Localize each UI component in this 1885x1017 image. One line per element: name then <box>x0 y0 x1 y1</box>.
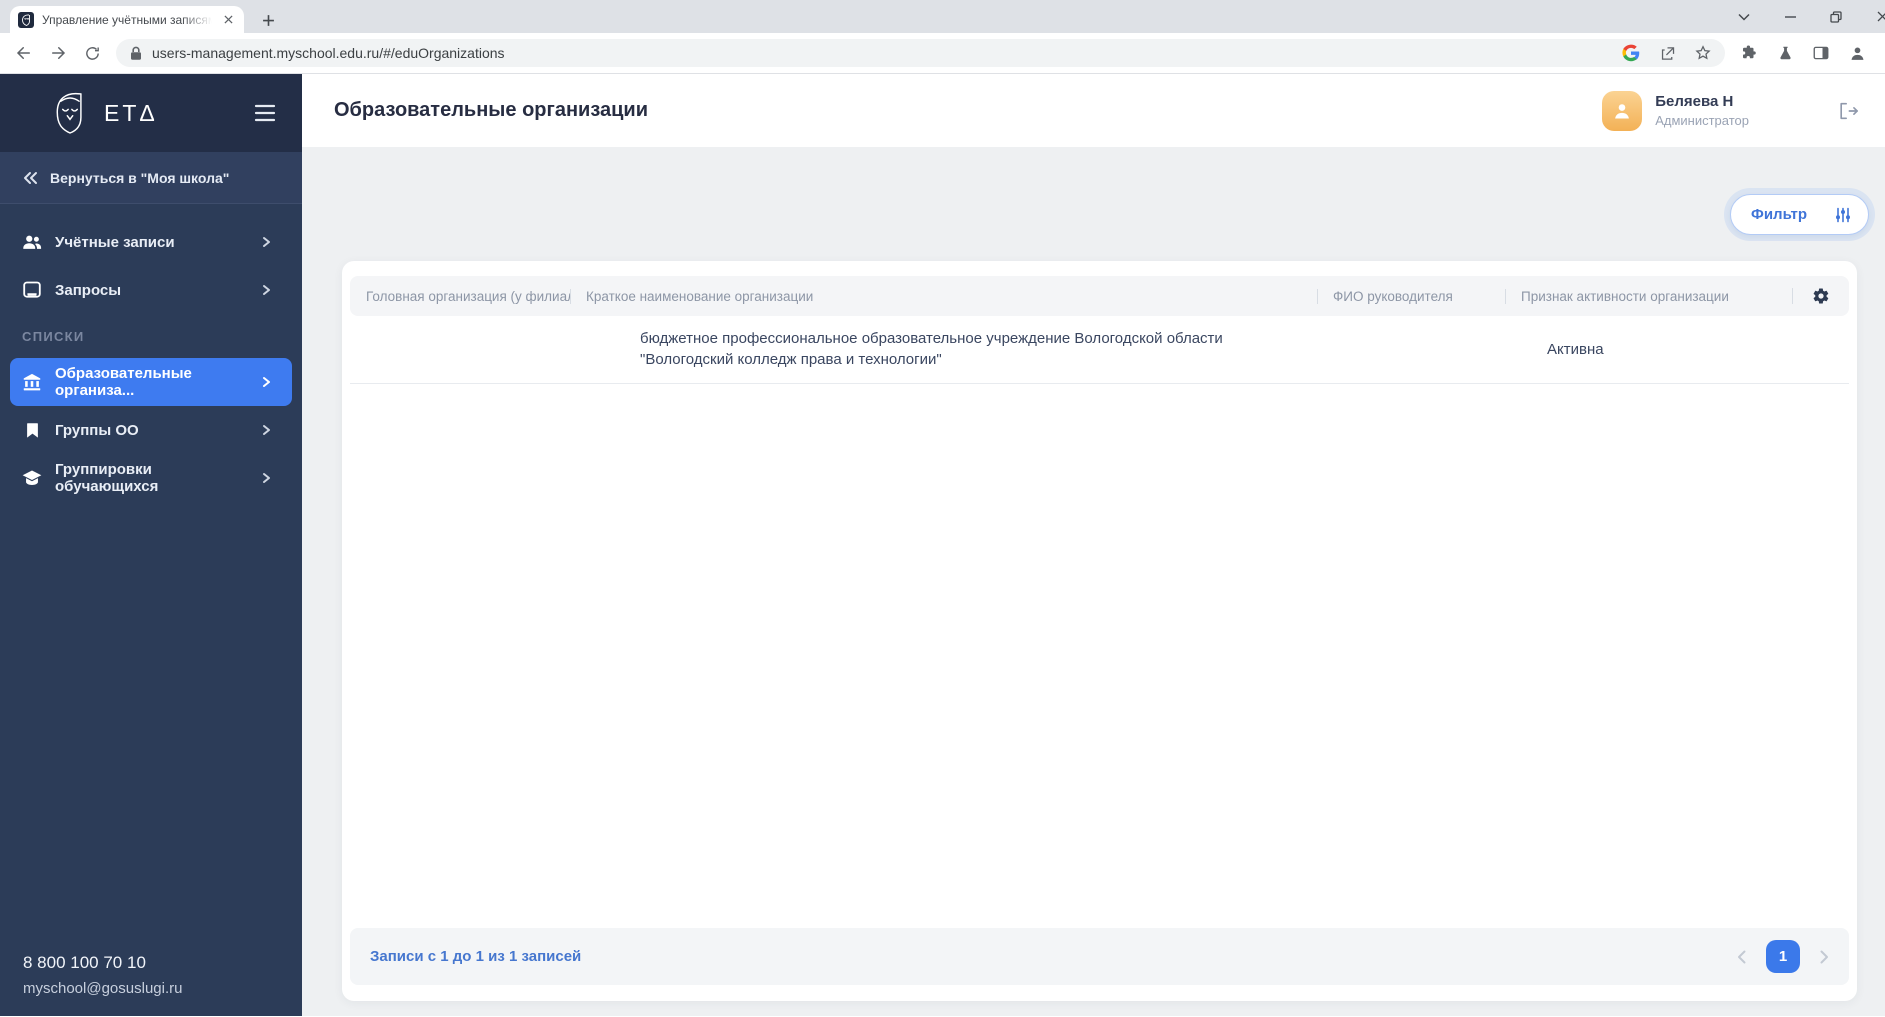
support-phone: 8 800 100 70 10 <box>23 953 146 973</box>
back-link-label: Вернуться в "Моя школа" <box>50 169 230 186</box>
table-row[interactable]: бюджетное профессиональное образовательн… <box>350 316 1849 384</box>
support-email: myschool@gosuslugi.ru <box>23 979 183 997</box>
table-settings-button[interactable] <box>1792 276 1849 316</box>
sidebar-item-student-groupings[interactable]: Группировки обучающихся <box>0 454 302 502</box>
filter-button[interactable]: Фильтр <box>1730 194 1869 235</box>
organizations-table-card: Головная организация (у филиала) Краткое… <box>342 261 1857 1001</box>
column-header-short-name: Краткое наименование организации <box>570 289 1317 304</box>
url-actions <box>1615 37 1719 69</box>
tab-bar: Управление учётными записям <box>0 0 1885 33</box>
sidebar-item-edu-organizations[interactable]: Образовательные организа... <box>10 358 292 406</box>
page-title: Образовательные организации <box>334 99 649 121</box>
restore-button[interactable] <box>1813 0 1859 33</box>
hamburger-menu-icon[interactable] <box>254 104 276 122</box>
sidebar-menu: Учётные записи Запросы СПИСКИ Образовате… <box>0 204 302 502</box>
column-header-activity: Признак активности организации <box>1505 289 1792 304</box>
user-block: Беляева Н Администратор <box>1602 90 1859 131</box>
table-footer: Записи с 1 до 1 из 1 записей 1 <box>350 928 1849 985</box>
back-to-myschool-link[interactable]: Вернуться в "Моя школа" <box>0 152 302 204</box>
column-header-head-fio: ФИО руководителя <box>1317 289 1505 304</box>
site-favicon <box>18 11 34 28</box>
new-tab-button[interactable] <box>256 8 280 32</box>
main-area: Образовательные организации Беляева Н Ад… <box>302 74 1885 1016</box>
user-avatar <box>1602 90 1643 131</box>
user-name: Беляева Н <box>1655 93 1734 110</box>
sidebar-item-requests[interactable]: Запросы <box>0 266 302 314</box>
browser-profile-icon[interactable] <box>1841 37 1873 69</box>
cell-activity-status: Активна <box>1547 341 1604 358</box>
sidebar-item-label: Группировки обучающихся <box>55 461 159 495</box>
column-header-parent-org: Головная организация (у филиала) <box>366 288 570 304</box>
users-icon <box>20 231 44 253</box>
google-icon[interactable] <box>1615 37 1647 69</box>
sidebar-item-accounts[interactable]: Учётные записи <box>0 218 302 266</box>
screen: Управление учётными записям users-manage… <box>0 0 1885 1017</box>
sidebar: ЕТΔ Вернуться в "Моя школа" Учётные запи… <box>0 74 302 1016</box>
browser-chrome: Управление учётными записям users-manage… <box>0 0 1885 74</box>
sidebar-item-label: Образовательные организа... <box>55 365 192 399</box>
tab-title: Управление учётными записям <box>42 12 212 27</box>
cell-short-name: бюджетное профессиональное образовательн… <box>640 330 1223 368</box>
flask-icon[interactable] <box>1769 37 1801 69</box>
share-icon[interactable] <box>1651 37 1683 69</box>
table-empty-space <box>350 384 1849 928</box>
tab-close-icon[interactable] <box>220 12 236 28</box>
chevron-right-icon <box>260 284 272 296</box>
sidebar-section-lists: СПИСКИ <box>22 328 85 344</box>
bank-icon <box>20 371 44 393</box>
filter-sliders-icon <box>1835 207 1851 223</box>
pagination: 1 <box>1737 940 1829 973</box>
sidebar-item-label: Учётные записи <box>55 233 175 251</box>
logo-row: ЕТΔ <box>0 74 302 152</box>
extensions-puzzle-icon[interactable] <box>1733 37 1765 69</box>
chevron-right-icon <box>260 472 272 484</box>
page-prev-icon[interactable] <box>1737 950 1746 964</box>
url-text[interactable]: users-management.myschool.edu.ru/#/eduOr… <box>152 45 1605 61</box>
page-number-button[interactable]: 1 <box>1766 940 1800 973</box>
lock-icon[interactable] <box>130 46 142 61</box>
forward-button[interactable] <box>42 37 74 69</box>
side-panel-icon[interactable] <box>1805 37 1837 69</box>
close-window-button[interactable] <box>1859 0 1885 33</box>
support-contacts: 8 800 100 70 10 myschool@gosuslugi.ru <box>0 950 302 1016</box>
window-controls <box>1721 0 1885 33</box>
back-button[interactable] <box>8 37 40 69</box>
minimize-button[interactable] <box>1767 0 1813 33</box>
sidebar-item-oo-groups[interactable]: Группы ОО <box>0 406 302 454</box>
records-summary: Записи с 1 до 1 из 1 записей <box>370 948 582 965</box>
url-bar[interactable]: users-management.myschool.edu.ru/#/eduOr… <box>116 39 1725 67</box>
bookmark-icon <box>20 421 44 440</box>
owl-logo-icon <box>50 90 90 136</box>
content-area: Фильтр Головная организация (у филиала) <box>302 147 1885 1016</box>
page-next-icon[interactable] <box>1820 950 1829 964</box>
app-frame: ЕТΔ Вернуться в "Моя школа" Учётные запи… <box>0 74 1885 1016</box>
chevron-right-icon <box>260 376 272 388</box>
reload-button[interactable] <box>76 37 108 69</box>
bookmark-star-icon[interactable] <box>1687 37 1719 69</box>
double-chevron-left-icon <box>22 171 38 185</box>
graduation-cap-icon <box>20 467 44 489</box>
page-header: Образовательные организации Беляева Н Ад… <box>302 74 1885 147</box>
sidebar-item-label: Группы ОО <box>55 421 139 439</box>
extension-icons <box>1733 37 1877 69</box>
chevron-right-icon <box>260 424 272 436</box>
filter-button-label: Фильтр <box>1751 206 1807 223</box>
table-header-row: Головная организация (у филиала) Краткое… <box>350 276 1849 316</box>
tab-search-chevron-icon[interactable] <box>1721 0 1767 33</box>
logo-text: ЕТΔ <box>104 99 158 126</box>
logout-icon[interactable] <box>1837 101 1859 121</box>
user-role: Администратор <box>1655 113 1749 128</box>
user-info: Беляева Н Администратор <box>1655 93 1749 128</box>
browser-toolbar: users-management.myschool.edu.ru/#/eduOr… <box>0 33 1885 74</box>
chevron-right-icon <box>260 236 272 248</box>
requests-icon <box>20 279 44 301</box>
browser-tab[interactable]: Управление учётными записям <box>10 6 244 33</box>
sidebar-item-label: Запросы <box>55 281 122 299</box>
